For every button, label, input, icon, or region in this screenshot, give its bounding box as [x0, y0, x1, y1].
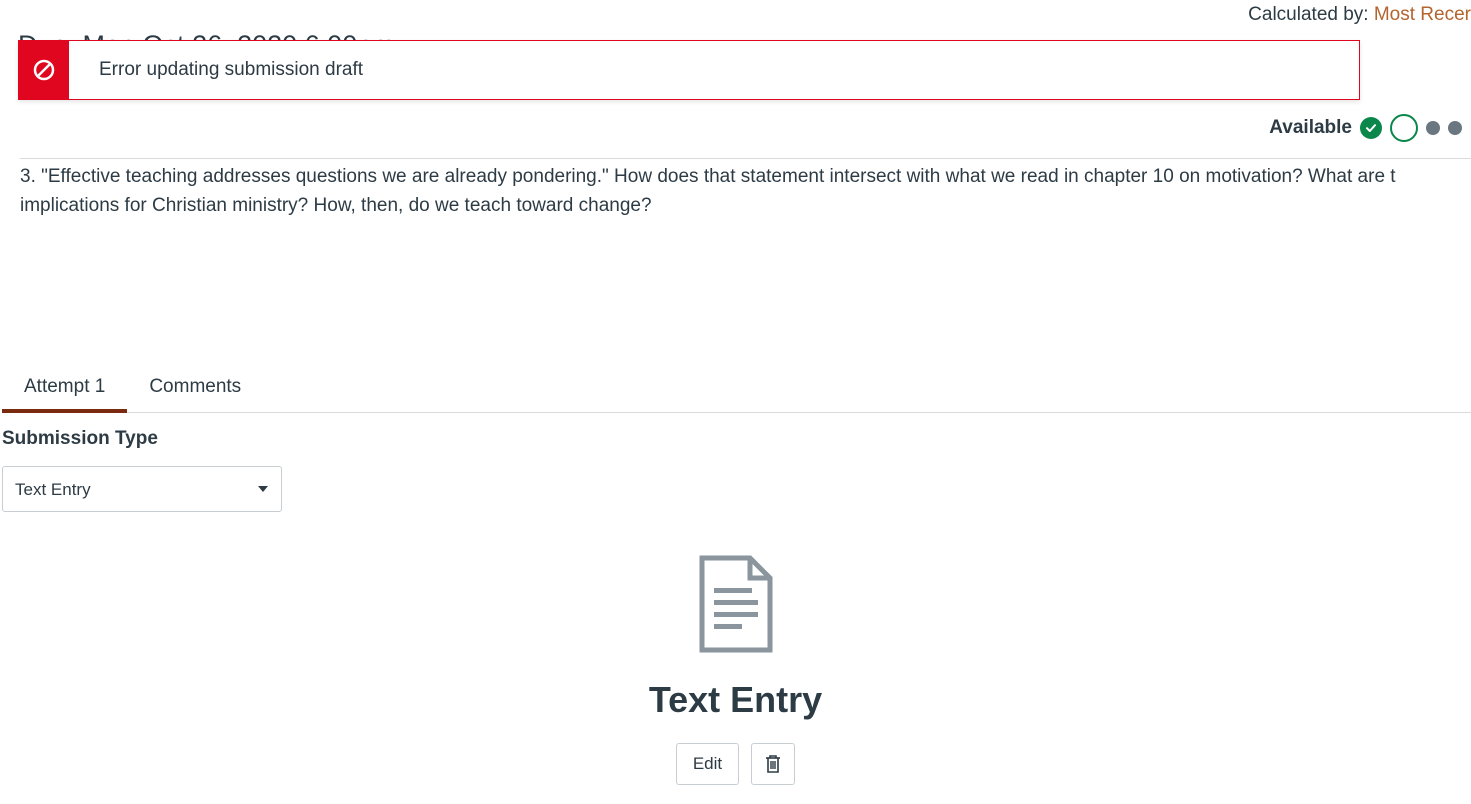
document-icon [694, 554, 778, 659]
edit-button[interactable]: Edit [676, 743, 739, 785]
submission-type-label: Submission Type [2, 428, 158, 450]
calculated-by-link[interactable]: Most Recer [1374, 4, 1471, 25]
error-icon [19, 41, 69, 99]
submission-type-select[interactable]: Text Entry [2, 466, 282, 512]
divider [20, 158, 1471, 159]
delete-button[interactable] [751, 743, 795, 785]
status-label: Available [1269, 117, 1352, 139]
entry-title: Text Entry [649, 679, 822, 721]
error-message: Error updating submission draft [69, 41, 1359, 99]
error-alert: Error updating submission draft [18, 40, 1360, 100]
calculated-by-label: Calculated by: [1248, 4, 1374, 25]
status-step-pending-icon [1426, 121, 1440, 135]
submission-type-select-wrapper: Text Entry [2, 466, 282, 512]
status-step-pending-icon [1448, 121, 1462, 135]
calculated-by: Calculated by: Most Recer [1248, 4, 1471, 26]
status-step-current-icon [1390, 114, 1418, 142]
trash-icon [763, 753, 783, 775]
entry-buttons: Edit [676, 743, 795, 785]
tabs: Attempt 1 Comments [2, 366, 1471, 413]
tab-attempt[interactable]: Attempt 1 [2, 366, 127, 412]
text-entry-area: Text Entry Edit [0, 554, 1471, 785]
status-row: Available [1269, 114, 1462, 142]
tab-comments[interactable]: Comments [127, 366, 263, 412]
status-step-complete-icon [1360, 117, 1382, 139]
assignment-question: 3. "Effective teaching addresses questio… [20, 162, 1471, 221]
